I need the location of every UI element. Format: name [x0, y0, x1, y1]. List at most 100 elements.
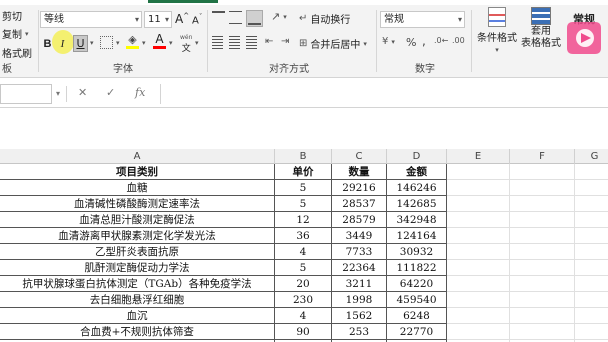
comma-button[interactable]: ,	[422, 34, 426, 48]
percent-button[interactable]: %	[406, 36, 416, 49]
column-header-f[interactable]: F	[510, 149, 575, 164]
cell-price[interactable]: 12	[275, 212, 332, 228]
empty-cell[interactable]	[575, 196, 608, 212]
cell-category[interactable]: 血清游离甲状腺素测定化学发光法	[0, 228, 275, 244]
align-top-button[interactable]	[212, 11, 225, 24]
increase-decimal-button[interactable]: .0←	[434, 36, 448, 45]
cell-price[interactable]: 230	[275, 292, 332, 308]
empty-cell[interactable]	[510, 244, 575, 260]
empty-cell[interactable]	[447, 228, 510, 244]
header-cell-amount[interactable]: 金额	[387, 164, 447, 180]
header-cell-quantity[interactable]: 数量	[332, 164, 387, 180]
empty-cell[interactable]	[575, 260, 608, 276]
empty-cell[interactable]	[510, 292, 575, 308]
cell-price[interactable]: 5	[275, 180, 332, 196]
empty-cell[interactable]	[447, 180, 510, 196]
cell-quantity[interactable]: 22364	[332, 260, 387, 276]
formula-input[interactable]	[160, 84, 608, 104]
empty-cell[interactable]	[575, 212, 608, 228]
orientation-button[interactable]: ↗ ▾	[271, 10, 287, 23]
phonetic-button[interactable]: wén 文	[180, 34, 192, 54]
copy-button[interactable]: 复制 ▾	[2, 26, 29, 42]
spreadsheet-grid[interactable]: A B C D E F G 项目类别 单价 数量 金额 血糖 5 29216 1462…	[0, 149, 608, 342]
column-header-a[interactable]: A	[0, 149, 275, 164]
cell-amount[interactable]: 6248	[387, 308, 447, 324]
cell-quantity[interactable]: 1998	[332, 292, 387, 308]
cell-amount[interactable]: 22770	[387, 324, 447, 340]
empty-cell[interactable]	[447, 244, 510, 260]
align-bottom-button[interactable]	[246, 10, 263, 27]
empty-cell[interactable]	[447, 164, 510, 180]
empty-cell[interactable]	[447, 260, 510, 276]
cell-quantity[interactable]: 3211	[332, 276, 387, 292]
cell-category[interactable]: 血沉	[0, 308, 275, 324]
cell-price[interactable]: 5	[275, 260, 332, 276]
cell-category[interactable]: 血糖	[0, 180, 275, 196]
align-right-button[interactable]	[246, 36, 257, 49]
cell-category[interactable]: 合血费+不规则抗体筛查	[0, 324, 275, 340]
empty-cell[interactable]	[447, 276, 510, 292]
underline-button[interactable]: U	[73, 35, 88, 52]
name-box[interactable]	[0, 84, 52, 104]
italic-button[interactable]: I	[55, 35, 70, 52]
borders-button[interactable]: ▾	[100, 36, 120, 49]
column-header-c[interactable]: C	[332, 149, 387, 164]
fill-color-dropdown[interactable]: ▾	[142, 39, 146, 47]
cell-category[interactable]: 去白细胞悬浮红细胞	[0, 292, 275, 308]
align-center-button[interactable]	[229, 36, 240, 49]
cancel-icon[interactable]: ✕	[78, 86, 87, 99]
cell-quantity[interactable]: 28579	[332, 212, 387, 228]
cell-category[interactable]: 血清总胆汁酸测定酶促法	[0, 212, 275, 228]
column-header-e[interactable]: E	[447, 149, 510, 164]
empty-cell[interactable]	[447, 212, 510, 228]
empty-cell[interactable]	[575, 228, 608, 244]
cell-price[interactable]: 4	[275, 244, 332, 260]
empty-cell[interactable]	[575, 244, 608, 260]
cell-category[interactable]: 乙型肝炎表面抗原	[0, 244, 275, 260]
cell-price[interactable]: 5	[275, 196, 332, 212]
fill-color-button[interactable]: ◈	[126, 33, 139, 49]
cut-button[interactable]: 剪切	[2, 8, 22, 23]
column-header-g[interactable]: G	[575, 149, 608, 164]
column-header-b[interactable]: B	[275, 149, 332, 164]
decrease-font-button[interactable]: Aˇ	[192, 13, 202, 26]
empty-cell[interactable]	[447, 196, 510, 212]
decrease-indent-button[interactable]: ⇤	[265, 36, 273, 47]
increase-indent-button[interactable]: ⇥	[281, 36, 289, 47]
cell-quantity[interactable]: 29216	[332, 180, 387, 196]
font-color-button[interactable]: A	[153, 32, 166, 49]
column-header-d[interactable]: D	[387, 149, 447, 164]
align-left-button[interactable]	[212, 36, 223, 49]
empty-cell[interactable]	[575, 308, 608, 324]
cell-amount[interactable]: 142685	[387, 196, 447, 212]
increase-font-button[interactable]: A^	[175, 12, 189, 26]
font-color-dropdown[interactable]: ▾	[169, 39, 173, 47]
empty-cell[interactable]	[447, 292, 510, 308]
merge-center-button[interactable]: ⊞ 合并后居中 ▾	[299, 36, 367, 51]
empty-cell[interactable]	[510, 196, 575, 212]
header-cell-price[interactable]: 单价	[275, 164, 332, 180]
cell-category[interactable]: 抗甲状腺球蛋白抗体测定（TGAb）各种免疫学法	[0, 276, 275, 292]
empty-cell[interactable]	[510, 212, 575, 228]
font-size-select[interactable]: 11 ▾	[144, 11, 172, 28]
cell-amount[interactable]: 124164	[387, 228, 447, 244]
cell-price[interactable]: 36	[275, 228, 332, 244]
empty-cell[interactable]	[575, 292, 608, 308]
cell-price[interactable]: 90	[275, 324, 332, 340]
empty-cell[interactable]	[575, 164, 608, 180]
cell-quantity[interactable]: 7733	[332, 244, 387, 260]
empty-cell[interactable]	[510, 276, 575, 292]
empty-cell[interactable]	[575, 180, 608, 196]
empty-cell[interactable]	[510, 164, 575, 180]
align-middle-button[interactable]	[229, 11, 242, 24]
empty-cell[interactable]	[447, 324, 510, 340]
font-name-select[interactable]: 等线 ▾	[40, 11, 142, 28]
cell-amount[interactable]: 111822	[387, 260, 447, 276]
empty-cell[interactable]	[575, 276, 608, 292]
format-as-table-button[interactable]: 套用 表格格式	[521, 7, 561, 50]
insert-function-icon[interactable]: fx	[135, 86, 145, 99]
phonetic-dropdown[interactable]: ▾	[195, 39, 199, 47]
cell-quantity[interactable]: 253	[332, 324, 387, 340]
cell-amount[interactable]: 64220	[387, 276, 447, 292]
format-painter-button[interactable]: 格式刷	[2, 45, 32, 60]
